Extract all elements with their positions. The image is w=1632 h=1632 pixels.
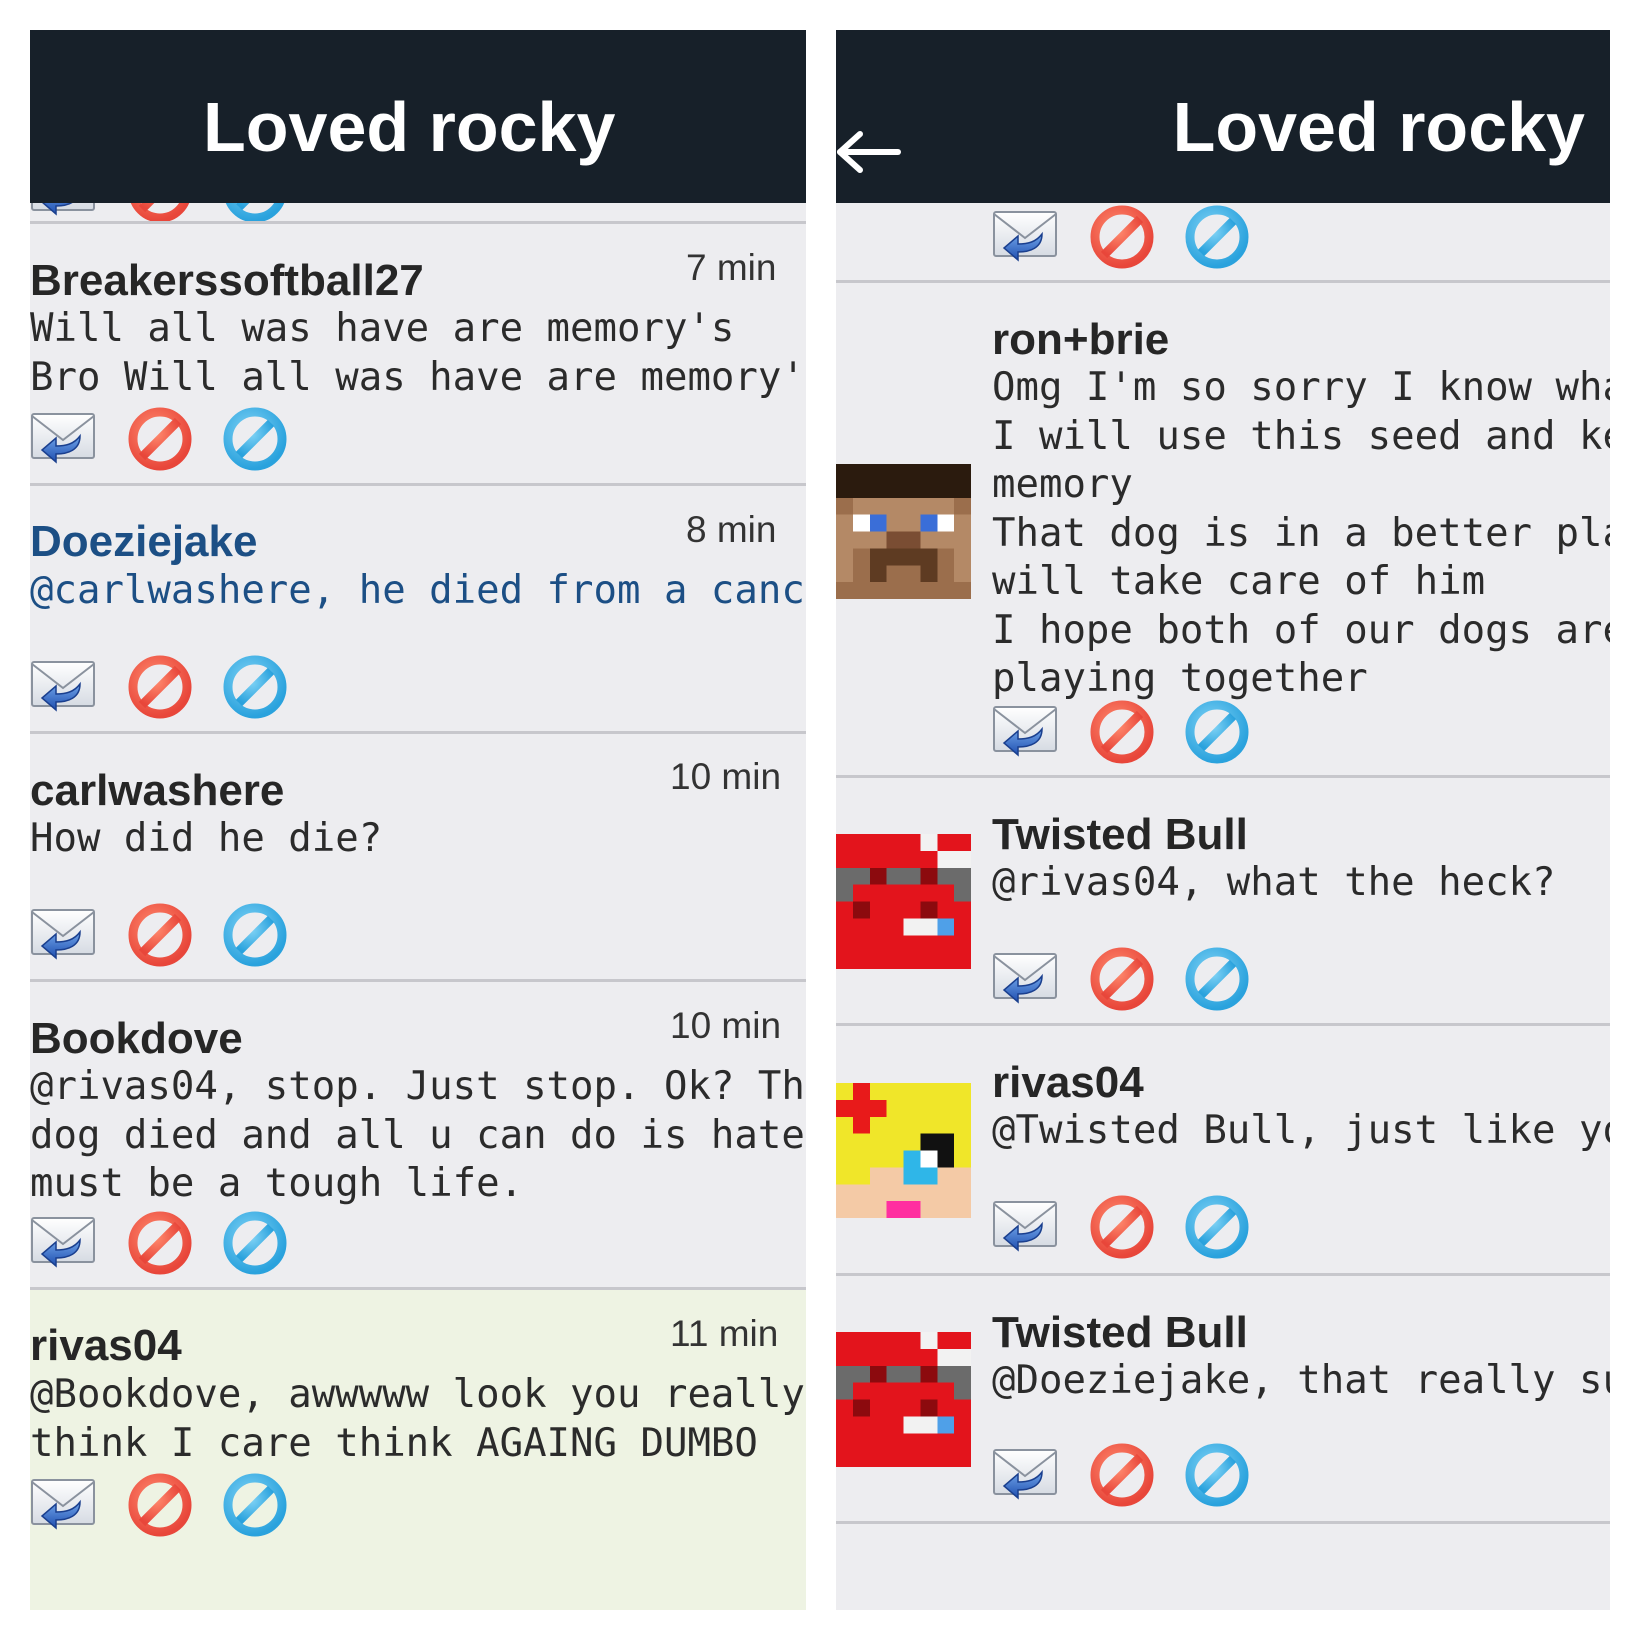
report-icon[interactable] <box>1089 699 1155 765</box>
comment-post: Breakerssoftball27 7 min Will all was ha… <box>30 224 806 483</box>
report-icon[interactable] <box>127 902 193 968</box>
report-icon[interactable] <box>1089 204 1155 270</box>
page-title: Loved rocky <box>1172 88 1585 166</box>
timestamp: 11 min <box>670 1313 779 1354</box>
comment-feed[interactable]: ron+brie Omg I'm so sorry I know what it… <box>836 30 1610 1610</box>
comment-post-highlighted: rivas04 11 min @Bookdove, awwwww look yo… <box>30 1290 806 1610</box>
comment-post: rivas04 @Twisted Bull, just like you <box>836 1026 1610 1273</box>
user-avatar[interactable] <box>836 834 971 969</box>
timestamp: 10 min <box>670 1005 782 1046</box>
block-icon[interactable] <box>1184 946 1250 1012</box>
reply-icon[interactable] <box>30 1210 96 1276</box>
report-icon[interactable] <box>1089 946 1155 1012</box>
comment-post: Twisted Bull @Doeziejake, that really su… <box>836 1276 1610 1521</box>
block-icon[interactable] <box>1184 699 1250 765</box>
block-icon[interactable] <box>1184 1194 1250 1260</box>
reply-icon[interactable] <box>992 946 1058 1012</box>
reply-icon[interactable] <box>30 406 96 472</box>
post-actions <box>30 1472 330 1538</box>
left-screenshot-panel: Breakerssoftball27 7 min Will all was ha… <box>30 30 806 1610</box>
comment-text: @carlwashere, he died from a cancer <box>30 568 806 613</box>
reply-icon[interactable] <box>992 699 1058 765</box>
reply-icon[interactable] <box>30 902 96 968</box>
post-actions <box>30 406 330 472</box>
username[interactable]: Twisted Bull <box>992 813 1248 857</box>
timestamp: 10 min <box>670 756 782 797</box>
user-avatar[interactable] <box>836 464 971 599</box>
username[interactable]: Doeziejake <box>30 520 257 564</box>
timestamp: 8 min <box>686 509 777 550</box>
username[interactable]: rivas04 <box>30 1324 182 1368</box>
block-icon[interactable] <box>222 406 288 472</box>
comment-text: Omg I'm so sorry I know what it's I will… <box>992 365 1610 701</box>
comment-text: @rivas04, what the heck? <box>992 860 1556 905</box>
username[interactable]: Bookdove <box>30 1017 243 1061</box>
user-avatar[interactable] <box>836 1332 971 1467</box>
post-actions <box>992 699 1292 765</box>
post-actions <box>992 204 1292 270</box>
comment-text: @Twisted Bull, just like you <box>992 1108 1610 1153</box>
report-icon[interactable] <box>127 654 193 720</box>
reply-icon[interactable] <box>30 654 96 720</box>
reply-icon[interactable] <box>992 1194 1058 1260</box>
back-arrow-icon[interactable] <box>836 130 902 174</box>
post-actions <box>30 902 330 968</box>
post-actions <box>30 1210 330 1276</box>
report-icon[interactable] <box>1089 1194 1155 1260</box>
page-title: Loved rocky <box>203 88 616 166</box>
post-actions <box>992 946 1292 1012</box>
block-icon[interactable] <box>1184 204 1250 270</box>
username[interactable]: ron+brie <box>992 318 1169 362</box>
user-avatar[interactable] <box>836 1083 971 1218</box>
divider <box>836 1521 1610 1524</box>
comment-post: carlwashere 10 min How did he die? <box>30 734 806 979</box>
report-icon[interactable] <box>127 1210 193 1276</box>
timestamp: 7 min <box>686 247 777 288</box>
reply-icon[interactable] <box>992 1442 1058 1508</box>
reply-icon[interactable] <box>992 204 1058 270</box>
post-actions <box>992 1442 1292 1508</box>
navigation-bar: Loved rocky <box>836 30 1610 203</box>
report-icon[interactable] <box>127 406 193 472</box>
block-icon[interactable] <box>222 1210 288 1276</box>
comment-post: ron+brie Omg I'm so sorry I know what it… <box>836 283 1610 775</box>
reply-icon[interactable] <box>30 1472 96 1538</box>
comment-text: Will all was have are memory's Bro Will … <box>30 306 806 400</box>
block-icon[interactable] <box>1184 1442 1250 1508</box>
username[interactable]: Breakerssoftball27 <box>30 259 424 303</box>
navigation-bar: Loved rocky <box>30 30 806 203</box>
comment-feed[interactable]: Breakerssoftball27 7 min Will all was ha… <box>30 30 806 1610</box>
comment-text: @rivas04, stop. Just stop. Ok? This guys… <box>30 1064 806 1206</box>
post-actions <box>992 1194 1292 1260</box>
post-actions <box>30 654 330 720</box>
report-icon[interactable] <box>127 1472 193 1538</box>
comment-text: How did he die? <box>30 816 383 861</box>
report-icon[interactable] <box>1089 1442 1155 1508</box>
comment-post: Bookdove 10 min @rivas04, stop. Just sto… <box>30 982 806 1287</box>
comment-post: Doeziejake 8 min @carlwashere, he died f… <box>30 486 806 731</box>
username[interactable]: carlwashere <box>30 769 284 813</box>
username[interactable]: rivas04 <box>992 1061 1144 1105</box>
right-screenshot-panel: ron+brie Omg I'm so sorry I know what it… <box>836 30 1610 1610</box>
comment-text: @Doeziejake, that really sucks m <box>992 1358 1610 1403</box>
block-icon[interactable] <box>222 1472 288 1538</box>
block-icon[interactable] <box>222 654 288 720</box>
username[interactable]: Twisted Bull <box>992 1311 1248 1355</box>
block-icon[interactable] <box>222 902 288 968</box>
comment-text: @Bookdove, awwwww look you really think … <box>30 1372 805 1466</box>
comment-post: Twisted Bull @rivas04, what the heck? <box>836 778 1610 1023</box>
